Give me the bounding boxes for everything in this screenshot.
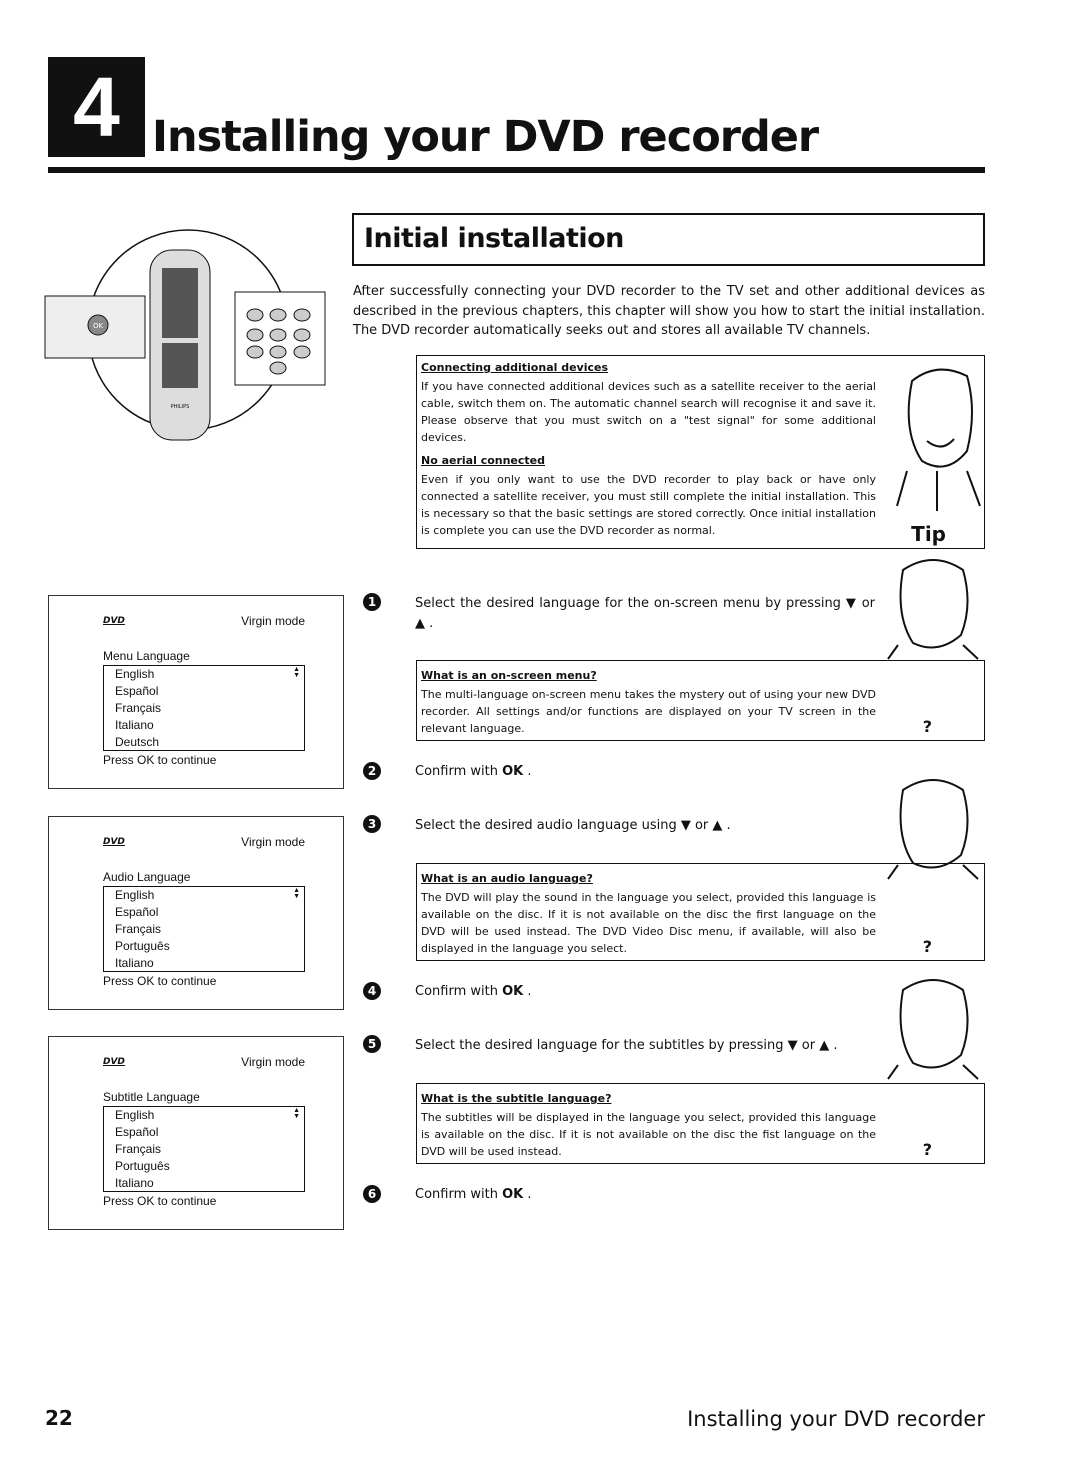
step-number: 1 [363,593,381,611]
screen-hint: Press OK to continue [103,974,217,988]
tip-text: If you have connected additional devices… [421,380,876,444]
option[interactable]: English [115,887,304,904]
cartoon-face-icon [896,368,981,511]
step-number: 4 [363,982,381,1000]
dvd-logo: DVD [103,837,125,847]
tip-text: Even if you only want to use the DVD rec… [421,473,876,537]
screen-menu-language: DVD Virgin mode Menu Language ▲ ▼ English… [48,595,344,789]
step-number: 5 [363,1035,381,1053]
screen-hint: Press OK to continue [103,753,217,767]
option[interactable]: Italiano [115,955,304,972]
question-box: What is the subtitle language? The subtit… [416,1083,985,1164]
tip-heading: No aerial connected [421,454,546,467]
step-number: 2 [363,762,381,780]
mode-label: Virgin mode [241,1055,305,1069]
section-title: Initial installation [352,213,985,266]
intro-paragraph: After successfully connecting your DVD r… [353,284,985,338]
option[interactable]: Español [115,1124,304,1141]
option[interactable]: English [115,666,304,683]
option[interactable]: Português [115,938,304,955]
scroll-arrows-icon: ▲ ▼ [293,887,300,900]
step-number: 6 [363,1185,381,1203]
option-list[interactable]: ▲ ▼ English Español Français Italiano Deutsch [103,665,305,751]
question-box: What is an on-screen menu? The multi-lang… [416,660,985,741]
screen-audio-language: DVD Virgin mode Audio Language ▲ ▼ Englis… [48,816,344,1010]
step-text: Confirm with OK . [415,1187,532,1202]
tip-heading: Connecting additional devices [421,361,609,374]
tip-box: Connecting additional devices If you hav… [416,355,985,549]
question-mark-icon: ? [922,937,932,956]
option[interactable]: Français [115,1141,304,1158]
question-heading: What is an audio language? [421,872,593,885]
option[interactable]: Français [115,700,304,717]
option[interactable]: Deutsch [115,734,304,751]
scroll-arrows-icon: ▲ ▼ [293,666,300,679]
screen-subtitle-language: DVD Virgin mode Subtitle Language ▲ ▼ Eng… [48,1036,344,1230]
question-mark-icon: ? [922,1140,932,1159]
tip-label: Tip [911,522,946,546]
remote-control-illustration: PHILIPS OK [44,229,326,441]
cartoon-face-icon [887,559,979,660]
step-text: Select the desired audio language using … [415,818,731,833]
cartoon-face-icon [887,979,979,1080]
chapter-number: 4 [48,57,145,157]
mode-label: Virgin mode [241,835,305,849]
screen-label: Audio Language [103,870,191,884]
option[interactable]: English [115,1107,304,1124]
divider [48,167,985,173]
option[interactable]: Italiano [115,717,304,734]
chapter-title: Installing your DVD recorder [152,112,819,162]
dvd-logo: DVD [103,1057,125,1067]
screen-label: Subtitle Language [103,1090,200,1104]
screen-label: Menu Language [103,649,190,663]
dvd-logo: DVD [103,616,125,626]
question-heading: What is an on-screen menu? [421,669,597,682]
screen-hint: Press OK to continue [103,1194,217,1208]
question-heading: What is the subtitle language? [421,1092,612,1105]
step-text: Confirm with OK . [415,764,532,779]
step-text: Select the desired language for the on-s… [415,596,875,631]
remote-brand: PHILIPS [171,404,190,410]
cartoon-face-icon [887,779,979,880]
option-list[interactable]: ▲ ▼ English Español Français Português Italia… [103,886,305,972]
question-mark-icon: ? [922,717,932,736]
step-text: Confirm with OK . [415,984,532,999]
question-text: The subtitles will be displayed in the l… [421,1111,876,1158]
option[interactable]: Português [115,1158,304,1175]
option[interactable]: Français [115,921,304,938]
running-title: Installing your DVD recorder [687,1407,985,1431]
step-number: 3 [363,815,381,833]
option[interactable]: Italiano [115,1175,304,1192]
question-text: The multi-language on-screen menu takes … [421,688,876,735]
page-number: 22 [45,1406,73,1430]
option-list[interactable]: ▲ ▼ English Español Français Português Italia… [103,1106,305,1192]
option[interactable]: Español [115,904,304,921]
scroll-arrows-icon: ▲ ▼ [293,1107,300,1120]
question-text: The DVD will play the sound in the langu… [421,891,876,955]
mode-label: Virgin mode [241,614,305,628]
option[interactable]: Español [115,683,304,700]
step-text: Select the desired language for the subt… [415,1038,838,1053]
svg-text:OK: OK [93,322,104,330]
